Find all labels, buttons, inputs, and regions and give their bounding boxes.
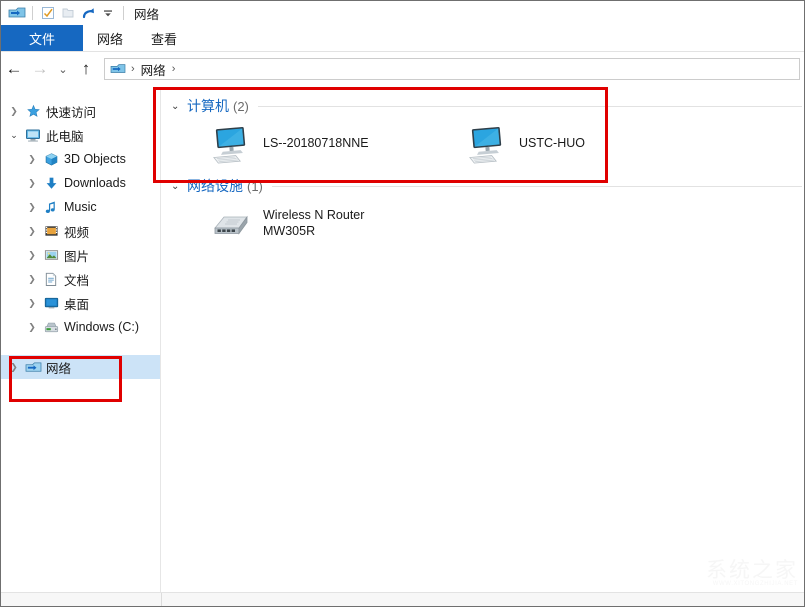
network-icon [23,358,43,376]
chevron-right-icon[interactable]: ❯ [23,322,41,333]
sidebar-label: Downloads [64,176,126,190]
group-title: 计算机 [187,98,229,114]
breadcrumb-separator-2[interactable]: › [168,63,180,75]
sidebar-label: 视频 [64,225,90,240]
chevron-right-icon[interactable]: ❯ [23,226,41,237]
status-bar [1,592,804,606]
sidebar-label: 桌面 [64,297,90,312]
3d-objects-icon [41,150,61,168]
toolbar-divider-2 [123,6,124,20]
sidebar-label: 此电脑 [46,129,84,144]
file-explorer-window: 网络 文件 网络 查看 ← → ⌄ ↑ › 网络 › ❯ 快速访问 ⌄ 此电脑 … [0,0,805,607]
properties-icon[interactable] [38,3,58,23]
sidebar-label: Windows (C:) [64,320,140,334]
chevron-right-icon[interactable]: ❯ [23,178,41,189]
this-pc-icon [23,126,43,144]
pictures-icon [41,246,61,264]
group-header-network-infrastructure[interactable]: ⌄ 网络设施 (1) [161,175,804,197]
sidebar-label: 网络 [46,361,72,376]
sidebar-item-3d-objects[interactable]: ❯ 3D Objects [1,147,160,171]
content-pane: ⌄ 计算机 (2) LS--20180718NNE USTC-HUO ⌄ 网络设… [161,87,804,592]
tab-view[interactable]: 查看 [137,25,191,51]
sidebar-label: 图片 [64,249,90,264]
chevron-down-icon[interactable]: ⌄ [171,101,182,112]
group-divider [271,185,802,187]
sidebar-label: Music [64,200,97,214]
sidebar-item-documents[interactable]: ❯ 文档 [1,267,160,291]
item-label: LS--20180718NNE [263,136,369,150]
tab-network[interactable]: 网络 [83,25,137,51]
sidebar-item-desktop[interactable]: ❯ 桌面 [1,291,160,315]
redo-icon[interactable] [78,3,98,23]
network-folder-icon [7,3,27,23]
chevron-right-icon[interactable]: ❯ [23,154,41,165]
sidebar-item-music[interactable]: ❯ Music [1,195,160,219]
sidebar-item-pictures[interactable]: ❯ 图片 [1,243,160,267]
chevron-right-icon[interactable]: ❯ [23,274,41,285]
local-disk-icon [41,318,61,336]
title-bar: 网络 [1,1,804,25]
computer-icon [461,123,513,167]
chevron-right-icon[interactable]: ❯ [5,362,23,373]
sidebar-item-windows-c[interactable]: ❯ Windows (C:) [1,315,160,339]
group-title: 网络设施 [187,178,243,194]
router-icon [205,203,257,247]
chevron-down-icon[interactable]: ⌄ [171,181,182,192]
sidebar-label: 快速访问 [46,105,97,120]
sidebar-item-this-pc[interactable]: ⌄ 此电脑 [1,123,160,147]
tab-file[interactable]: 文件 [1,25,83,51]
window-title: 网络 [134,7,160,22]
music-icon [41,198,61,216]
documents-icon [41,270,61,288]
sidebar-item-videos[interactable]: ❯ 视频 [1,219,160,243]
main-area: ❯ 快速访问 ⌄ 此电脑 ❯ 3D Objects ❯ Downloads ❯ … [1,87,804,592]
list-item[interactable]: USTC-HUO [461,123,717,167]
group-count: (2) [233,98,249,114]
sidebar-label: 3D Objects [64,152,126,166]
sidebar-item-downloads[interactable]: ❯ Downloads [1,171,160,195]
chevron-right-icon[interactable]: ❯ [23,250,41,261]
sidebar-label: 文档 [64,273,90,288]
list-item[interactable]: LS--20180718NNE [205,123,461,167]
computer-icon [205,123,257,167]
status-bar-divider [161,593,162,606]
chevron-right-icon[interactable]: ❯ [5,106,23,117]
breadcrumb-segment-network[interactable]: 网络 [139,60,168,79]
up-arrow-icon[interactable]: ↑ [73,56,99,82]
navigation-pane: ❯ 快速访问 ⌄ 此电脑 ❯ 3D Objects ❯ Downloads ❯ … [1,87,161,592]
items-row-computers: LS--20180718NNE USTC-HUO [161,117,804,167]
items-row-network-infrastructure: Wireless N Router MW305R [161,197,804,247]
group-count: (1) [247,178,263,194]
sidebar-item-quick-access[interactable]: ❯ 快速访问 [1,99,160,123]
desktop-icon [41,294,61,312]
recent-locations-chevron-icon[interactable]: ⌄ [53,56,73,82]
chevron-right-icon[interactable]: ❯ [23,298,41,309]
list-item[interactable]: Wireless N Router MW305R [205,203,461,247]
ribbon-tabs: 文件 网络 查看 [1,25,804,51]
chevron-down-icon[interactable]: ⌄ [5,130,23,141]
item-label: USTC-HUO [519,136,585,150]
chevron-right-icon[interactable]: ❯ [23,202,41,213]
breadcrumb-separator-1: › [131,63,135,75]
item-label: Wireless N Router MW305R [263,208,365,238]
videos-icon [41,222,61,240]
forward-arrow-icon: → [31,59,49,78]
star-pin-icon [23,102,43,120]
group-divider [257,105,802,107]
sidebar-item-network[interactable]: ❯ 网络 [1,355,160,379]
toolbar-divider [32,6,33,20]
address-bar[interactable]: › 网络 › [104,58,800,80]
customize-dropdown-icon[interactable] [98,3,118,23]
downloads-icon [41,174,61,192]
breadcrumb-network-icon [109,61,127,77]
navigation-bar: ← → ⌄ ↑ › 网络 › [1,52,804,86]
group-header-computers[interactable]: ⌄ 计算机 (2) [161,95,804,117]
back-arrow-icon[interactable]: ← [1,56,27,82]
new-folder-icon[interactable] [58,3,78,23]
